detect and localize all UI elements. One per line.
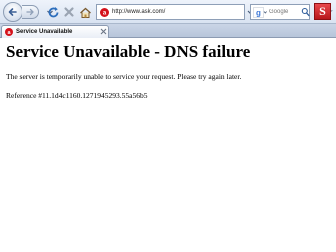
svg-text:g: g [256,9,261,18]
page-content: Service Unavailable - DNS failure The se… [0,39,336,252]
navigation-toolbar: a http://www.ask.com/ g S [0,0,336,24]
forward-button[interactable] [22,5,39,19]
stop-button[interactable] [61,4,77,20]
search-bar[interactable]: g [250,4,310,20]
address-bar[interactable]: a http://www.ask.com/ [96,4,333,20]
search-input[interactable] [269,7,299,17]
home-button[interactable] [77,4,93,20]
extension-s-button[interactable]: S [314,3,331,20]
reload-button[interactable] [45,4,61,20]
back-arrow-icon [8,8,17,16]
forward-arrow-icon [26,8,34,16]
stop-icon [64,7,74,17]
tab-strip: a Service Unavailable [0,24,336,38]
error-reference: Reference #11.1d4c1160.1271945293.55a56b… [6,91,148,100]
url-text[interactable]: http://www.ask.com/ [112,7,165,17]
reload-icon [48,6,58,17]
ask-favicon-icon: a [100,8,109,17]
search-icon[interactable] [301,7,310,17]
google-icon[interactable]: g [253,7,267,18]
back-button[interactable] [3,2,23,22]
home-icon [79,7,91,18]
page-title: Service Unavailable - DNS failure [6,42,251,61]
tab-label: Service Unavailable [16,29,73,35]
ask-favicon-icon: a [5,28,13,36]
tab-service-unavailable[interactable]: a Service Unavailable [1,25,109,38]
close-icon[interactable] [100,28,107,35]
error-message: The server is temporarily unable to serv… [6,72,242,81]
